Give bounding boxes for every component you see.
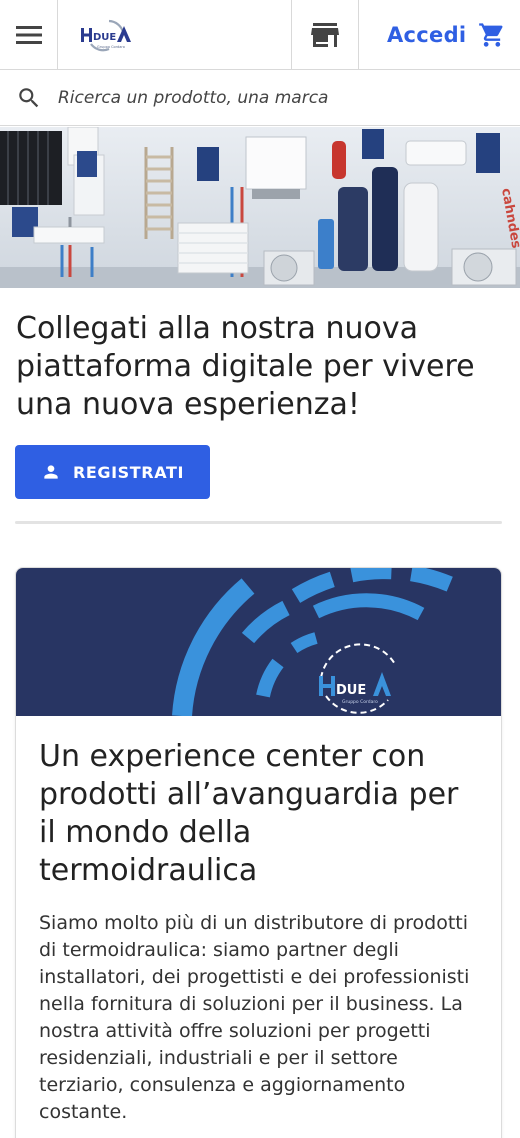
svg-text:Gruppo Cordaro: Gruppo Cordaro	[342, 699, 378, 705]
svg-text:Gruppo Cordaro: Gruppo Cordaro	[97, 45, 125, 49]
search-bar	[0, 70, 520, 126]
search-button[interactable]	[0, 85, 58, 111]
search-input[interactable]	[58, 87, 498, 108]
register-button[interactable]: REGISTRATI	[15, 445, 210, 499]
intro-title: Collegati alla nostra nuova piattaforma …	[16, 311, 475, 422]
login-link[interactable]: Accedi	[387, 23, 466, 47]
register-label: REGISTRATI	[72, 462, 185, 482]
logo-link[interactable]: DUE Gruppo Cordaro	[59, 0, 291, 69]
experience-center-card: DUE Gruppo Cordaro Un experience center …	[15, 567, 502, 1138]
card-title: Un experience center con prodotti all’av…	[39, 739, 459, 888]
banner-graphic: DUE Gruppo Cordaro	[172, 568, 458, 716]
store-button[interactable]	[291, 0, 359, 69]
section-divider	[15, 521, 502, 524]
top-bar: DUE Gruppo Cordaro Accedi	[0, 0, 520, 70]
search-icon	[19, 87, 39, 107]
card-banner: DUE Gruppo Cordaro	[16, 568, 501, 716]
person-icon	[44, 465, 58, 479]
menu-icon	[15, 25, 42, 44]
svg-text:DUE: DUE	[93, 32, 116, 43]
brand-logo: DUE Gruppo Cordaro	[81, 19, 131, 51]
cart-button[interactable]	[478, 21, 506, 49]
menu-button[interactable]	[0, 0, 58, 69]
card-description: Siamo molto più di un distributore di pr…	[39, 912, 470, 1123]
store-icon	[311, 22, 339, 47]
hero-image: cahndes	[0, 127, 520, 288]
showroom-illustration: cahndes	[0, 127, 520, 288]
cart-icon	[479, 22, 503, 47]
login-area: Accedi	[359, 0, 520, 69]
svg-text:DUE: DUE	[336, 683, 366, 698]
